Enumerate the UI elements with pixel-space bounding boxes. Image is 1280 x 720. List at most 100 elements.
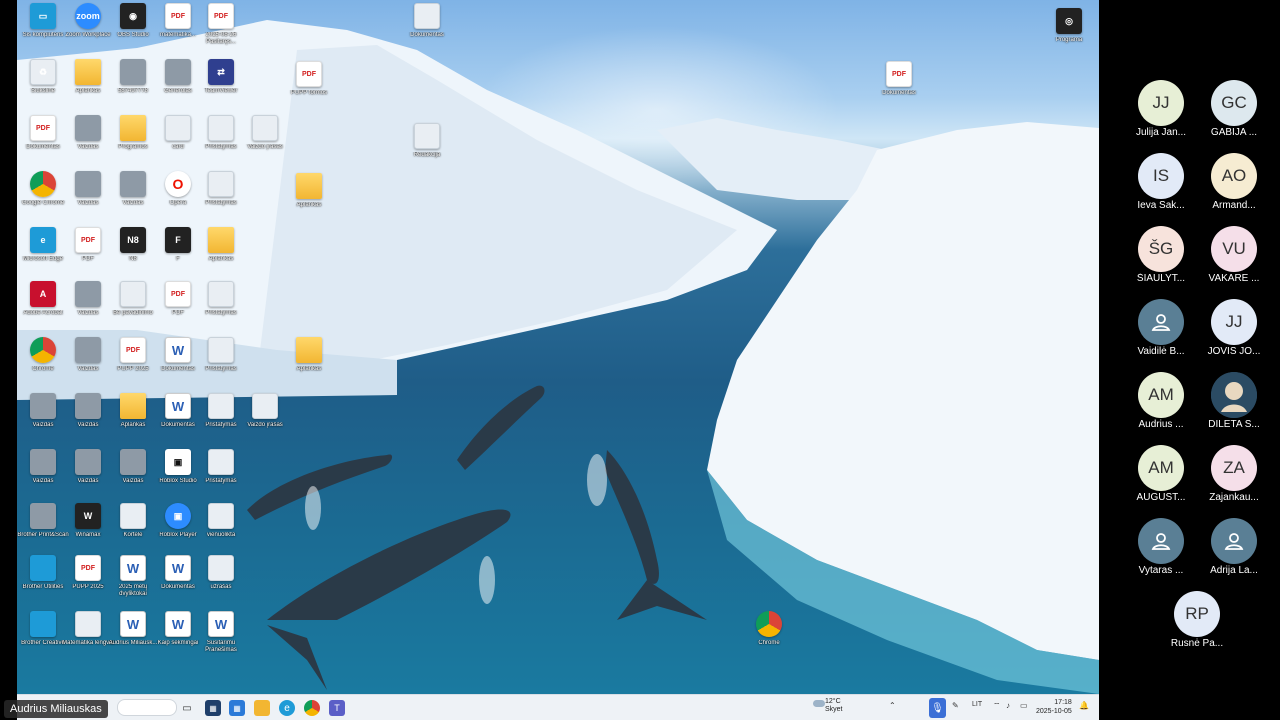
desktop-icon-ppt-3[interactable]: Pristatymas (199, 281, 243, 335)
desktop-icon-folder-5[interactable]: Aplankas (287, 173, 331, 227)
desktop-icon-pupp-pdf[interactable]: PDF PUPP 2025 (111, 337, 155, 391)
desktop-icon-top-right-app[interactable]: ◎ Programa (1047, 8, 1091, 62)
clock[interactable]: 17:18 2025-10-05 (1036, 698, 1072, 716)
desktop-icon-microsoft-edge[interactable]: e Microsoft Edge (21, 227, 65, 281)
notification-icon[interactable]: 🔔 (1079, 701, 1089, 710)
desktop-icon-image-3[interactable]: Vaizdas (66, 171, 110, 225)
desktop-icon-pdf-2025[interactable]: PDF 2025-08-26 Pasitaręs... (199, 3, 243, 57)
desktop-icon-pdf-file[interactable]: PDF Dokumentas (21, 115, 65, 169)
desktop-icon-ppt-4[interactable]: Pristatymas (199, 337, 243, 391)
desktop-icon-uzrasas[interactable]: užrašas (199, 555, 243, 609)
wifi-icon[interactable]: ⌔ (993, 701, 1001, 711)
desktop-icon-image-11[interactable]: Vaizdas (111, 449, 155, 503)
desktop-icon-image-8[interactable]: Vaizdas (66, 393, 110, 447)
desktop-icon-this-pc[interactable]: ▭ Šis kompiuteris (21, 3, 65, 57)
desktop-icon-roblox-player[interactable]: ▣ Roblox Player (156, 503, 200, 557)
desktop-icon-image-9[interactable]: Vaizdas (21, 449, 65, 503)
desktop-icon-image-2[interactable]: Vaizdas (66, 115, 110, 169)
desktop-icon-video-1[interactable]: Vaizdo įrašas (243, 115, 287, 169)
desktop-icon-kortele[interactable]: Kortelė (111, 503, 155, 557)
edge-icon[interactable]: e (279, 700, 295, 716)
task-view-icon[interactable]: ▭ (179, 700, 195, 716)
participant-tile[interactable]: Vytaras ... (1123, 518, 1199, 580)
participant-tile[interactable]: DILETA S... (1196, 372, 1272, 434)
desktop-icon-folder-3[interactable]: Aplankas (199, 227, 243, 281)
participant-tile[interactable]: AO Armand... (1196, 153, 1272, 215)
taskbar-search[interactable] (117, 699, 177, 716)
desktop-icon-opera[interactable]: O Opera (156, 171, 200, 225)
desktop-icon-image-7[interactable]: Vaizdas (21, 393, 65, 447)
desktop-icon-redakcija[interactable]: Redakcija (405, 123, 449, 177)
desktop-icon-brother-utilities[interactable]: Brother Utilities (21, 555, 65, 609)
desktop-icon-be-pavadinimo[interactable]: Be pavadinimo (111, 281, 155, 335)
desktop-icon-image-4[interactable]: Vaizdas (111, 171, 155, 225)
desktop-icon-chrome-shortcut[interactable]: Chrome (747, 611, 791, 665)
language-indicator[interactable]: LIT (972, 701, 982, 708)
desktop-icon-word-3[interactable]: W 2025 metų dvyliktokai (111, 555, 155, 609)
file-explorer-icon[interactable] (254, 700, 270, 716)
teams-icon[interactable]: T (329, 700, 345, 716)
desktop-icon-folder-4[interactable]: Aplankas (111, 393, 155, 447)
desktop-icon-word-6[interactable]: W Kaip sekmingai (156, 611, 200, 665)
desktop-icon-pupp-2025[interactable]: PDF PUPP 2025 (66, 555, 110, 609)
desktop-icon-matematika-lengvai[interactable]: Matematika lengvai (62, 611, 114, 665)
desktop-icon-word-4[interactable]: W Dokumentas (156, 555, 200, 609)
tray-chevron-icon[interactable]: ⌃ (889, 701, 896, 710)
participant-tile[interactable]: AM Audrius ... (1123, 372, 1199, 434)
desktop-icon-folder-6[interactable]: Aplankas (287, 337, 331, 391)
desktop-icon-recycle-bin[interactable]: ♻ Šiukšlinė (21, 59, 65, 113)
desktop-icon-word-2[interactable]: W Dokumentas (156, 393, 200, 447)
desktop-icon-pdf-right[interactable]: PDF Dokumentas (877, 61, 921, 115)
participant-tile[interactable]: RP Rusnė Pa... (1159, 591, 1235, 653)
desktop-icon-image-5[interactable]: Vaizdas (66, 281, 110, 335)
participant-tile[interactable]: GC GABIJA ... (1196, 80, 1272, 142)
microphone-icon[interactable]: 🎙 (929, 698, 946, 718)
desktop-icon-video-2[interactable]: Vaizdo įrašas (243, 393, 287, 447)
participant-tile[interactable]: ŠG ŠIAULYT... (1123, 226, 1199, 288)
desktop-icon-roblox-studio[interactable]: ▣ Roblox Studio (156, 449, 200, 503)
desktop-icon-ppt-6[interactable]: Pristatymas (199, 449, 243, 503)
desktop-icon-image-10[interactable]: Vaizdas (66, 449, 110, 503)
desktop-icon-ppt-1[interactable]: Pristatymas (199, 115, 243, 169)
desktop-icon-image-1[interactable]: 587497778 (111, 59, 155, 113)
desktop-icon-image-6[interactable]: Vaizdas (66, 337, 110, 391)
participant-tile[interactable]: VU VAKARĖ ... (1196, 226, 1272, 288)
desktop-icon-word-top[interactable]: Dokumentas (405, 3, 449, 57)
desktop-icon-vienuolikta[interactable]: vienuolikta (199, 503, 243, 557)
participant-tile[interactable]: Vaidilė B... (1123, 299, 1199, 361)
desktop-icon-f-app[interactable]: FF (156, 227, 200, 281)
desktop-icon-brother-creative[interactable]: Brother Creative (21, 611, 65, 665)
widgets-icon[interactable]: ▦ (205, 700, 221, 716)
desktop-icon-word-1[interactable]: W Dokumentas (156, 337, 200, 391)
desktop-icon-pdf-4[interactable]: PDF PDF (156, 281, 200, 335)
desktop-icon-folder-2[interactable]: Programos (111, 115, 155, 169)
desktop-icon-pupp-forma[interactable]: PDF PUPP formos (287, 61, 331, 115)
participant-tile[interactable]: ZA Zajankau... (1196, 445, 1272, 507)
participant-tile[interactable]: JJ Julija Jan... (1123, 80, 1199, 142)
volume-icon[interactable]: ♪ (1006, 701, 1010, 710)
desktop-icon-word-5[interactable]: W Audrius Miliausk... (109, 611, 157, 665)
desktop-icon-generolas[interactable]: Generolas (156, 59, 200, 113)
desktop-icon-ppt-5[interactable]: Pristatymas (199, 393, 243, 447)
pen-icon[interactable]: ✎ (952, 701, 959, 710)
chrome-taskbar-icon[interactable] (304, 700, 320, 716)
participant-tile[interactable]: Adrija La... (1196, 518, 1272, 580)
desktop-icon-word-7[interactable]: W Susitarimu Pranešimas (199, 611, 243, 665)
desktop-icon-pdf-matematika[interactable]: PDF matematika... (156, 3, 200, 57)
desktop-icon-pdf-3[interactable]: PDF PDF (66, 227, 110, 281)
desktop-icon-chrome-2[interactable]: Chrome (21, 337, 65, 391)
participant-tile[interactable]: AM AUGUST... (1123, 445, 1199, 507)
desktop-icon-teamviewer[interactable]: ⇄ TeamViewer (199, 59, 243, 113)
desktop-icon-brother-print[interactable]: Brother Print&Scan (17, 503, 69, 557)
desktop-icon-file-card[interactable]: card (156, 115, 200, 169)
desktop-icon-zoom[interactable]: zoom Zoom Workplace (65, 3, 111, 57)
desktop-icon-ppt-2[interactable]: Pristatymas (199, 171, 243, 225)
store-icon[interactable]: ▦ (229, 700, 245, 716)
desktop-icon-obs-studio[interactable]: ◉ OBS Studio (111, 3, 155, 57)
desktop-icon-folder-1[interactable]: Aplankas (66, 59, 110, 113)
desktop-icon-google-chrome[interactable]: Google Chrome (21, 171, 65, 225)
participant-tile[interactable]: IS Ieva Sak... (1123, 153, 1199, 215)
desktop-icon-acrobat[interactable]: A Adobe Acrobat (21, 281, 65, 335)
weather-widget[interactable]: 12°C Skyet (813, 698, 843, 714)
desktop-icon-n8[interactable]: N8 N8 (111, 227, 155, 281)
